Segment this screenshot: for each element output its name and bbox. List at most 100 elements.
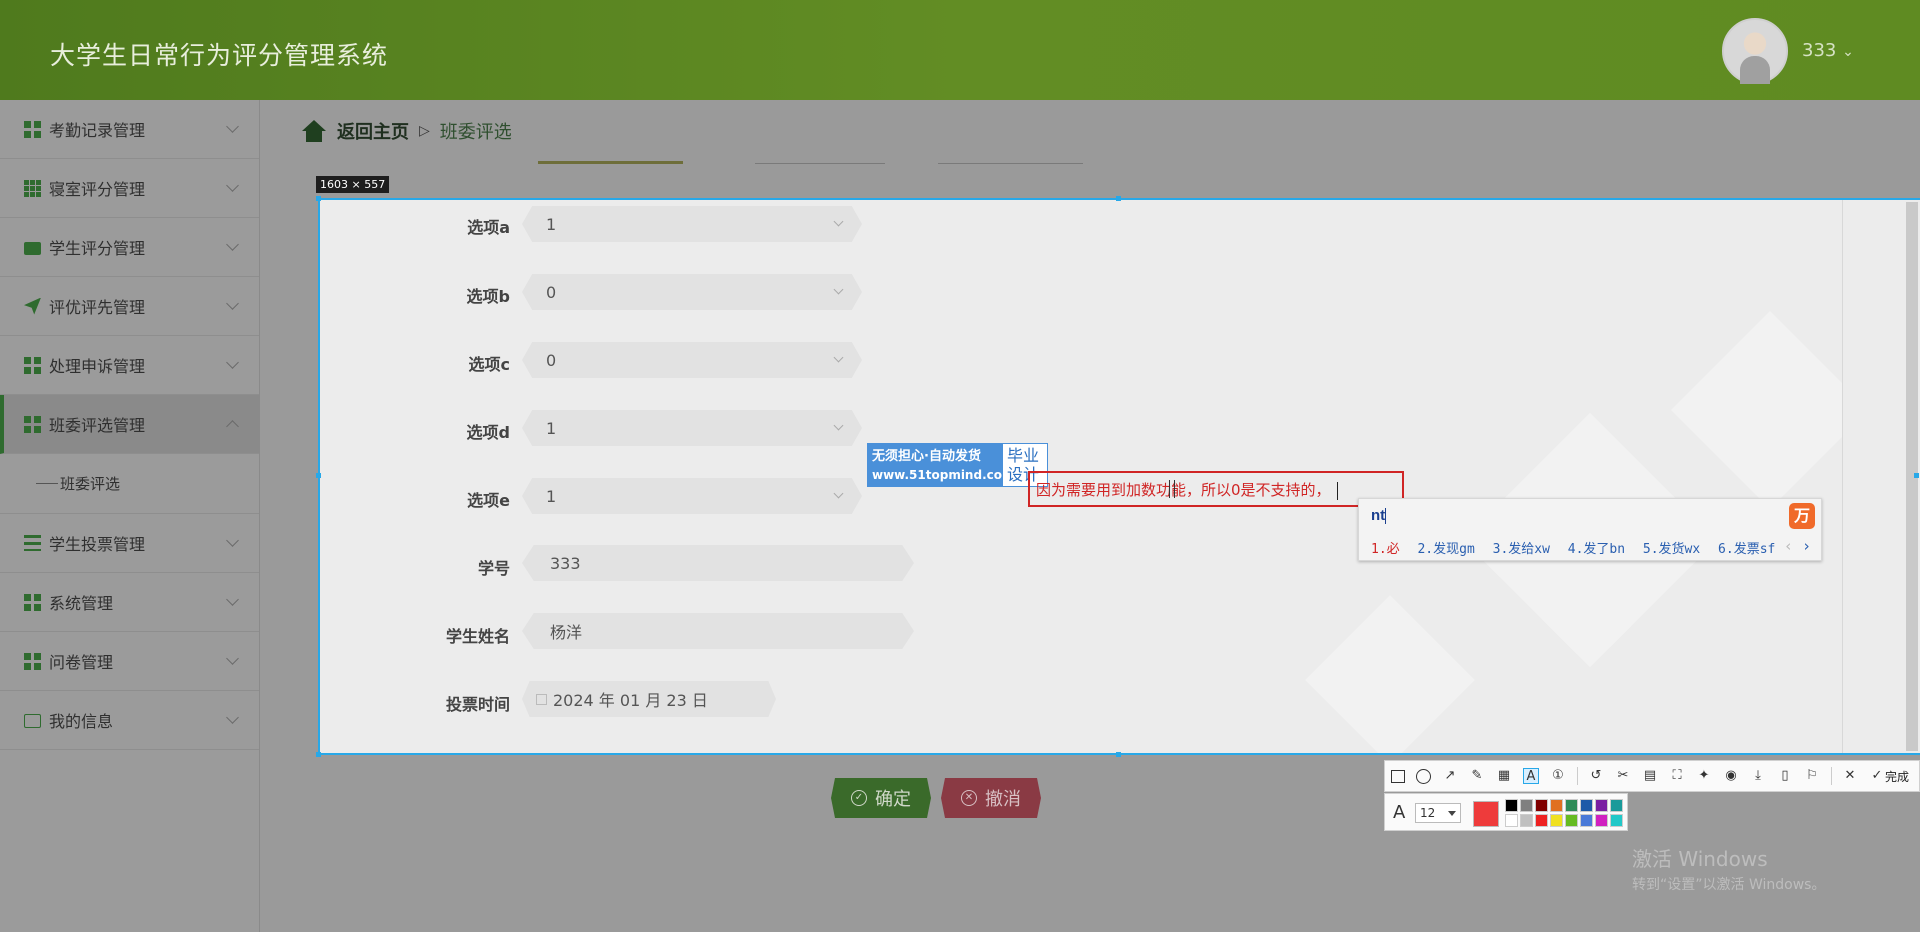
sidebar-item-my-info[interactable]: 我的信息 [0, 691, 259, 750]
ime-page-arrows[interactable]: ‹ › [1784, 537, 1811, 555]
check-icon[interactable]: ✓ [1869, 768, 1885, 784]
ocr-icon[interactable]: ▤ [1642, 768, 1658, 784]
text-style-bar: A 12 [1384, 793, 1628, 831]
resize-handle[interactable] [1116, 196, 1121, 201]
color-swatch[interactable] [1565, 799, 1578, 812]
chevron-right-icon[interactable]: › [1802, 537, 1811, 555]
user-menu[interactable]: 333 ⌄ [1802, 40, 1854, 61]
color-swatch[interactable] [1550, 799, 1563, 812]
color-swatch[interactable] [1535, 799, 1548, 812]
color-swatch[interactable] [1580, 799, 1593, 812]
chevron-down-icon [833, 420, 844, 431]
sidebar-item-appeals[interactable]: 处理申诉管理 [0, 336, 259, 395]
sidebar-item-voting[interactable]: 学生投票管理 [0, 514, 259, 573]
ime-logo-icon[interactable]: 万 [1789, 503, 1815, 529]
sidebar-item-system[interactable]: 系统管理 [0, 573, 259, 632]
avatar[interactable] [1722, 18, 1788, 84]
resize-handle[interactable] [316, 473, 321, 478]
color-swatch[interactable] [1610, 814, 1623, 827]
option-e-select[interactable]: 1 [522, 478, 862, 514]
sidebar: 考勤记录管理 寝室评分管理 学生评分管理 评优评先管理 处理申诉管理 班委评选管… [0, 100, 260, 932]
close-icon[interactable]: ✕ [1842, 768, 1858, 784]
arrow-tool-icon[interactable]: ↗ [1442, 768, 1458, 784]
confirm-button[interactable]: ✓ 确定 [831, 778, 931, 818]
option-b-select[interactable]: 0 [522, 274, 862, 310]
student-id-field[interactable]: 333 [522, 545, 914, 581]
grid-icon [24, 356, 41, 374]
text-annotation-box[interactable]: 因为需要用到加数功能，所以0是不支持的， [1028, 471, 1404, 507]
color-swatch[interactable] [1535, 814, 1548, 827]
option-d-select[interactable]: 1 [522, 410, 862, 446]
record-icon[interactable]: ◉ [1723, 768, 1739, 784]
sidebar-item-label: 学生投票管理 [49, 535, 146, 554]
font-size-select[interactable]: 12 [1415, 803, 1461, 823]
grid-icon [24, 652, 41, 670]
scrollbar-track[interactable] [1842, 200, 1920, 753]
activation-hint: 转到“设置”以激活 Windows。 [1632, 877, 1826, 893]
mosaic-tool-icon[interactable]: ▦ [1496, 768, 1512, 784]
sidebar-item-student-score[interactable]: 学生评分管理 [0, 218, 259, 277]
color-swatch[interactable] [1520, 814, 1533, 827]
sidebar-item-committee[interactable]: 班委评选管理 [0, 395, 259, 454]
color-swatch[interactable] [1505, 814, 1518, 827]
ime-candidate[interactable]: 4.发了bn [1568, 542, 1625, 557]
sidebar-item-excellence[interactable]: 评优评先管理 [0, 277, 259, 336]
option-b-value: 0 [546, 282, 557, 302]
undo-icon[interactable]: ↺ [1588, 768, 1604, 784]
sidebar-item-dorm-score[interactable]: 寝室评分管理 [0, 159, 259, 218]
color-swatch[interactable] [1505, 799, 1518, 812]
option-c-select[interactable]: 0 [522, 342, 862, 378]
resize-handle[interactable] [1116, 752, 1121, 757]
sidebar-item-label: 评优评先管理 [49, 298, 146, 317]
option-a-select[interactable]: 1 [522, 206, 862, 242]
sidebar-item-attendance[interactable]: 考勤记录管理 [0, 100, 259, 159]
save-icon[interactable]: ▯ [1777, 768, 1793, 784]
breadcrumb-home[interactable]: 返回主页 [337, 118, 409, 144]
option-e-label: 选项e [467, 491, 510, 510]
ellipse-tool-icon[interactable] [1416, 768, 1431, 784]
toolbar-divider [1831, 767, 1832, 785]
pin-icon[interactable]: ✦ [1696, 768, 1712, 784]
number-tool-icon[interactable]: ① [1550, 768, 1566, 784]
done-button[interactable]: 完成 [1885, 768, 1909, 785]
student-name-field[interactable]: 杨洋 [522, 613, 914, 649]
ime-candidate[interactable]: 3.发给xw [1493, 542, 1550, 557]
current-color-swatch[interactable] [1473, 801, 1499, 827]
ime-candidate[interactable]: 6.发票sf [1718, 542, 1775, 557]
resize-handle[interactable] [316, 752, 321, 757]
sidebar-subitem-committee-election[interactable]: 班委评选 [0, 454, 259, 514]
pencil-tool-icon[interactable]: ✎ [1469, 768, 1485, 784]
color-swatch[interactable] [1565, 814, 1578, 827]
resize-handle[interactable] [1914, 473, 1919, 478]
color-swatch[interactable] [1580, 814, 1593, 827]
fullscreen-capture-icon[interactable]: ⛶ [1669, 768, 1685, 784]
vote-time-field[interactable]: 2024 年 01 月 23 日 [522, 681, 776, 717]
resize-handle[interactable] [316, 196, 321, 201]
color-swatch[interactable] [1550, 814, 1563, 827]
cancel-button[interactable]: ✕ 撤消 [941, 778, 1041, 818]
grid-icon [24, 593, 41, 611]
sidebar-item-survey[interactable]: 问卷管理 [0, 632, 259, 691]
chevron-down-icon [226, 120, 239, 133]
cut-icon[interactable]: ✂ [1615, 768, 1631, 784]
sidebar-item-label: 寝室评分管理 [49, 180, 146, 199]
chevron-down-icon [833, 352, 844, 363]
ime-candidate[interactable]: 2.发现gm [1417, 542, 1474, 557]
text-tool-icon[interactable]: A [1523, 768, 1539, 784]
chevron-left-icon[interactable]: ‹ [1784, 537, 1793, 555]
option-e-value: 1 [546, 486, 557, 506]
student-id-label: 学号 [477, 559, 510, 578]
color-swatch[interactable] [1610, 799, 1623, 812]
download-icon[interactable]: ⤓ [1750, 768, 1766, 784]
color-swatch[interactable] [1520, 799, 1533, 812]
color-swatch[interactable] [1595, 814, 1608, 827]
home-icon[interactable] [301, 120, 327, 142]
ime-candidate[interactable]: 1.必 [1371, 542, 1400, 557]
rectangle-tool-icon[interactable] [1391, 769, 1405, 783]
bookmark-icon[interactable]: ⚐ [1804, 768, 1820, 784]
app-header: 大学生日常行为评分管理系统 333 ⌄ [0, 0, 1920, 100]
ime-candidate[interactable]: 5.发货wx [1643, 542, 1700, 557]
ad-line-1: 无须担心·自动发货 [872, 449, 981, 464]
text-annotation-content: 因为需要用到加数功能，所以0是不支持的， [1036, 481, 1331, 499]
color-swatch[interactable] [1595, 799, 1608, 812]
